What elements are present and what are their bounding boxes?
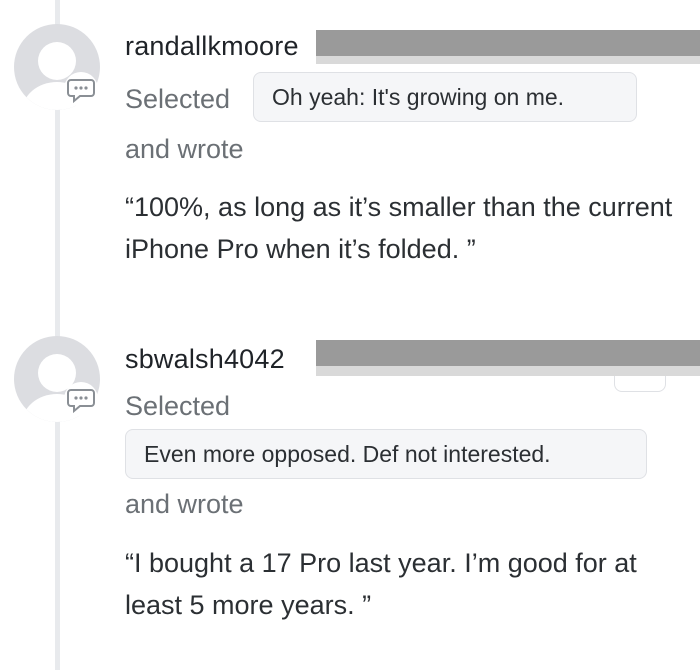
comment-bubble-icon <box>64 382 98 416</box>
selected-option-chip: Oh yeah: It's growing on me. <box>253 72 637 122</box>
comment-item: randallkmoore Selected Oh yeah: It's gro… <box>0 0 700 320</box>
wrote-label: and wrote <box>125 134 244 164</box>
redaction-bar <box>316 30 700 56</box>
comment-text: “100%, as long as it’s smaller than the … <box>125 192 673 264</box>
comment-bubble-icon <box>64 72 98 106</box>
comment-item: sbwalsh4042 Selected Even more opposed. … <box>0 320 700 670</box>
username[interactable]: sbwalsh4042 <box>125 344 285 375</box>
wrote-label: and wrote <box>125 489 244 519</box>
selected-option-chip: Even more opposed. Def not interested. <box>125 429 647 479</box>
username[interactable]: randallkmoore <box>125 31 299 62</box>
selected-label: Selected <box>125 391 231 421</box>
selected-label: Selected <box>125 84 231 114</box>
comment-text: “I bought a 17 Pro last year. I’m good f… <box>125 548 637 620</box>
redaction-bar <box>316 340 700 366</box>
